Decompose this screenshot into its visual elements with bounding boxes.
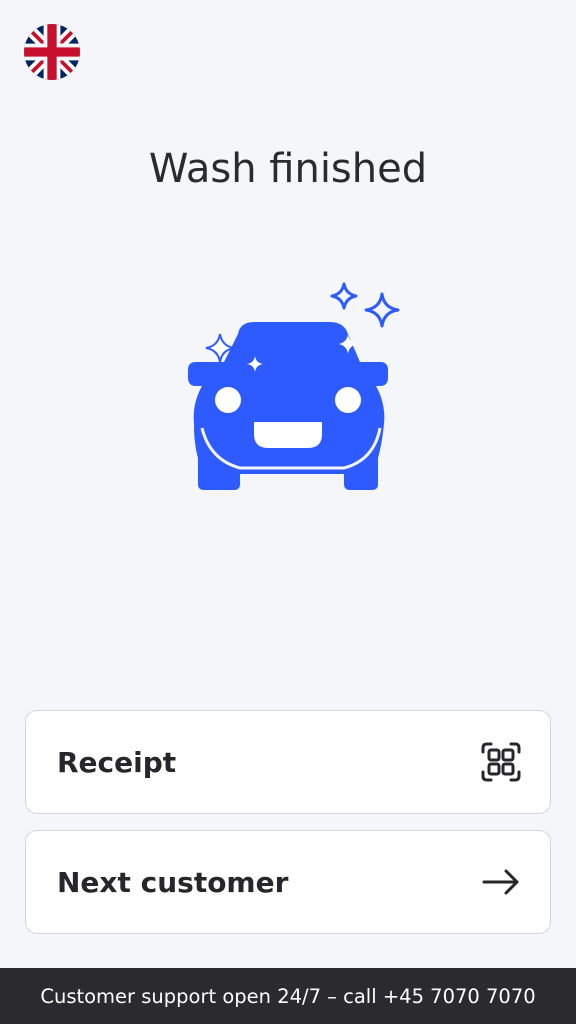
uk-flag-icon (24, 24, 80, 80)
support-text: Customer support open 24/7 – call +45 70… (40, 984, 536, 1008)
language-switch-flag-icon[interactable] (24, 24, 80, 80)
support-footer: Customer support open 24/7 – call +45 70… (0, 968, 576, 1024)
next-customer-label: Next customer (57, 865, 289, 899)
arrow-right-icon (480, 861, 522, 903)
receipt-label: Receipt (57, 745, 177, 779)
next-customer-button[interactable]: Next customer (25, 830, 551, 934)
receipt-button[interactable]: Receipt (25, 710, 551, 814)
page-title: Wash finished (148, 146, 428, 192)
happy-sparkling-car-icon (180, 278, 404, 494)
qr-code-icon (480, 741, 522, 783)
